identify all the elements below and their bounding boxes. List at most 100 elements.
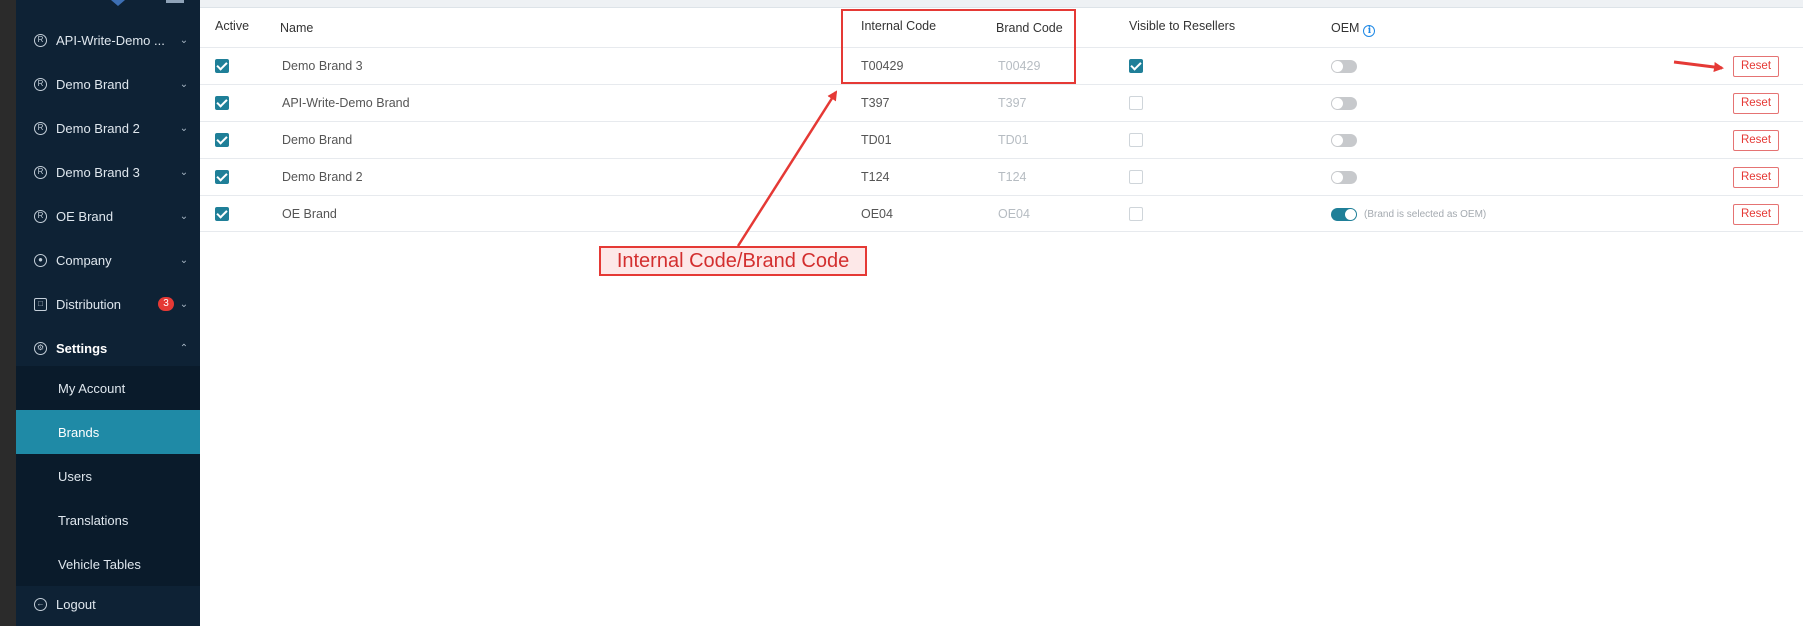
reset-button[interactable]: Reset	[1733, 204, 1779, 225]
internal-code: TD01	[861, 133, 892, 147]
sidebar-item-api-write-demo[interactable]: R API-Write-Demo ... ⌄	[16, 18, 200, 62]
window-gutter	[0, 0, 16, 626]
reset-button[interactable]: Reset	[1733, 130, 1779, 151]
registered-icon: R	[34, 165, 47, 179]
sidebar-item-demo-brand-3[interactable]: R Demo Brand 3 ⌄	[16, 150, 200, 194]
active-checkbox[interactable]	[215, 207, 229, 221]
settings-submenu: My Account Brands Users Translations Veh…	[16, 366, 200, 586]
sidebar-item-label: Demo Brand	[56, 76, 129, 92]
visible-to-resellers-checkbox[interactable]	[1129, 133, 1143, 147]
brand-code: TD01	[998, 133, 1029, 147]
sidebar-item-label: Demo Brand 2	[56, 120, 140, 136]
sidebar-item-label: OE Brand	[56, 208, 114, 224]
sidebar-subitem-brands[interactable]: Brands	[16, 410, 200, 454]
oem-toggle[interactable]	[1331, 60, 1357, 73]
sidebar-item-label: Translations	[58, 512, 129, 528]
registered-icon: R	[34, 209, 47, 223]
sidebar: R API-Write-Demo ... ⌄ R Demo Brand ⌄ R …	[16, 0, 200, 626]
sidebar-subitem-translations[interactable]: Translations	[16, 498, 200, 542]
annotation-highlight-box	[841, 9, 1076, 84]
chevron-down-icon: ⌄	[179, 34, 189, 46]
annotation-label: Internal Code/Brand Code	[599, 246, 867, 276]
sidebar-item-label: API-Write-Demo ...	[56, 32, 165, 48]
brands-panel: Active Name Internal Code Brand Code Vis…	[200, 0, 1803, 626]
brand-code: T397	[998, 96, 1027, 110]
gear-icon: ⚙	[34, 341, 47, 355]
brand-name: OE Brand	[282, 207, 337, 221]
oem-toggle[interactable]	[1331, 208, 1357, 221]
registered-icon: R	[34, 33, 47, 47]
oem-toggle[interactable]	[1331, 97, 1357, 110]
chevron-up-icon: ⌃	[179, 342, 189, 354]
oem-toggle[interactable]	[1331, 134, 1357, 147]
notification-badge: 3	[158, 297, 174, 311]
sidebar-item-label: Distribution	[56, 296, 122, 312]
sidebar-item-demo-brand[interactable]: R Demo Brand ⌄	[16, 62, 200, 106]
sidebar-item-label: My Account	[58, 380, 126, 396]
brand-name: Demo Brand	[282, 133, 353, 147]
brand-code: OE04	[998, 207, 1030, 221]
reset-button[interactable]: Reset	[1733, 56, 1779, 77]
info-icon[interactable]: i	[1363, 25, 1376, 37]
table-row: API-Write-Demo Brand T397 T397 Reset	[200, 84, 1803, 121]
visible-to-resellers-checkbox[interactable]	[1129, 207, 1143, 221]
sidebar-item-distribution[interactable]: □ Distribution 3 ⌄	[16, 282, 200, 326]
distribution-icon: □	[34, 297, 47, 311]
panel-top-band	[200, 0, 1803, 8]
sidebar-item-label: Logout	[56, 596, 96, 612]
sidebar-item-label: Users	[58, 468, 92, 484]
globe-icon: ●	[34, 253, 47, 267]
brand-code: T124	[998, 170, 1027, 184]
table-row: OE Brand OE04 OE04 (Brand is selected as…	[200, 195, 1803, 232]
sidebar-item-label: Brands	[58, 424, 100, 440]
registered-icon: R	[34, 121, 47, 135]
sidebar-item-oe-brand[interactable]: R OE Brand ⌄	[16, 194, 200, 238]
reset-button[interactable]: Reset	[1733, 93, 1779, 114]
column-header-oem-label: OEM	[1331, 21, 1360, 35]
menu-toggle-icon[interactable]	[166, 0, 184, 3]
sidebar-item-settings[interactable]: ⚙ Settings ⌃	[16, 326, 200, 370]
table-row: Demo Brand 2 T124 T124 Reset	[200, 158, 1803, 195]
brand-name: API-Write-Demo Brand	[282, 96, 410, 110]
sidebar-item-label: Vehicle Tables	[58, 556, 141, 572]
column-header-oem: OEM i	[1331, 21, 1376, 37]
visible-to-resellers-checkbox[interactable]	[1129, 96, 1143, 110]
chevron-down-icon: ⌄	[179, 210, 189, 222]
sidebar-item-label: Settings	[56, 340, 108, 356]
internal-code: OE04	[861, 207, 893, 221]
sidebar-item-demo-brand-2[interactable]: R Demo Brand 2 ⌄	[16, 106, 200, 150]
active-checkbox[interactable]	[215, 133, 229, 147]
sidebar-subitem-users[interactable]: Users	[16, 454, 200, 498]
logout-icon: ←	[34, 597, 47, 611]
sidebar-item-company[interactable]: ● Company ⌄	[16, 238, 200, 282]
sidebar-item-label: Demo Brand 3	[56, 164, 140, 180]
sidebar-item-logout[interactable]: ← Logout	[16, 582, 200, 626]
visible-to-resellers-checkbox[interactable]	[1129, 170, 1143, 184]
chevron-down-icon: ⌄	[179, 78, 189, 90]
logo-icon	[104, 0, 134, 8]
column-header-active: Active	[215, 19, 250, 33]
brand-name: Demo Brand 3	[282, 59, 363, 73]
sidebar-subitem-my-account[interactable]: My Account	[16, 366, 200, 410]
active-checkbox[interactable]	[215, 170, 229, 184]
chevron-down-icon: ⌄	[179, 254, 189, 266]
sidebar-subitem-vehicle-tables[interactable]: Vehicle Tables	[16, 542, 200, 586]
active-checkbox[interactable]	[215, 59, 229, 73]
internal-code: T124	[861, 170, 890, 184]
chevron-down-icon: ⌄	[179, 166, 189, 178]
registered-icon: R	[34, 77, 47, 91]
visible-to-resellers-checkbox[interactable]	[1129, 59, 1143, 73]
brand-name: Demo Brand 2	[282, 170, 363, 184]
internal-code: T397	[861, 96, 890, 110]
oem-status-note: (Brand is selected as OEM)	[1364, 209, 1487, 220]
logo-strip	[16, 0, 200, 12]
chevron-down-icon: ⌄	[179, 298, 189, 310]
table-row: Demo Brand TD01 TD01 Reset	[200, 121, 1803, 158]
column-header-name: Name	[280, 21, 314, 35]
reset-button[interactable]: Reset	[1733, 167, 1779, 188]
active-checkbox[interactable]	[215, 96, 229, 110]
oem-toggle[interactable]	[1331, 171, 1357, 184]
sidebar-item-label: Company	[56, 252, 112, 268]
column-header-visible-to-resellers: Visible to Resellers	[1129, 19, 1236, 33]
chevron-down-icon: ⌄	[179, 122, 189, 134]
